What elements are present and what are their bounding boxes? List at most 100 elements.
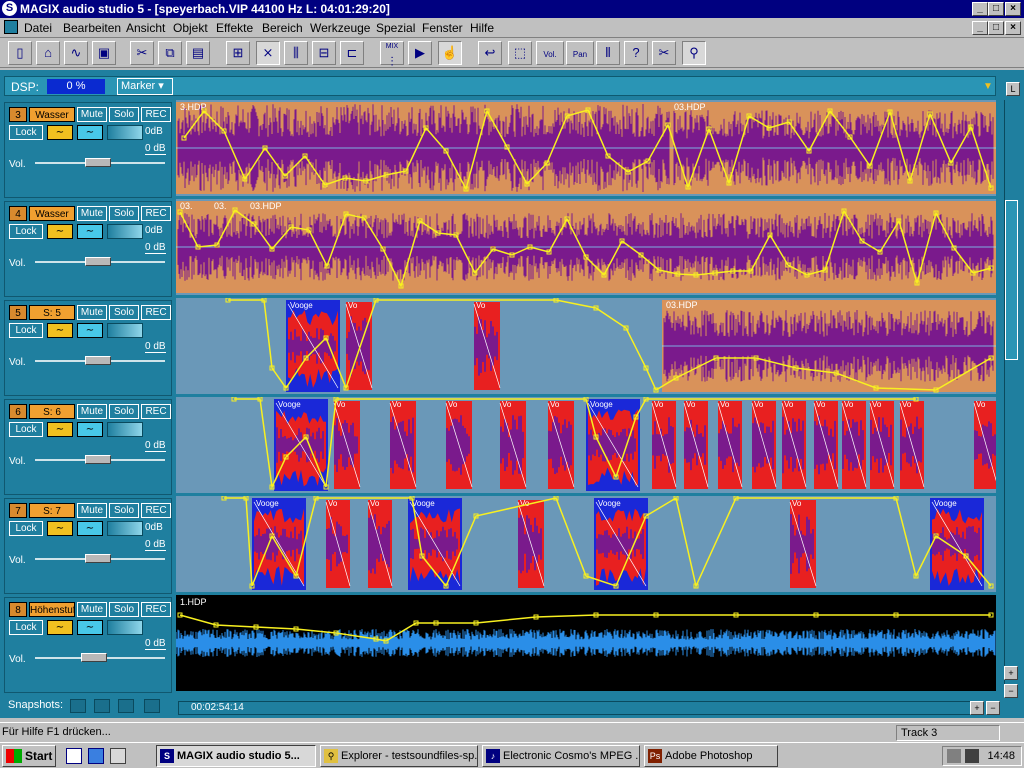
audio-clip[interactable]: Vo xyxy=(788,498,818,590)
hand-icon[interactable]: ☝ xyxy=(438,41,462,65)
snapshot-2[interactable] xyxy=(94,699,110,713)
lane-canvas[interactable]: 03. 03. 03.HDP xyxy=(176,199,996,295)
mute-button[interactable]: Mute xyxy=(77,206,107,221)
pan-curve-toggle-icon[interactable]: ∼ xyxy=(77,521,103,536)
wave-icon[interactable]: ∿ xyxy=(64,41,88,65)
lock-button[interactable]: Lock xyxy=(9,323,43,338)
pan-curve-toggle-icon[interactable]: ∼ xyxy=(77,323,103,338)
lock-button[interactable]: Lock xyxy=(9,125,43,140)
help-pointer-icon[interactable]: ? xyxy=(624,41,648,65)
object-icon[interactable]: ⊟ xyxy=(312,41,336,65)
track-name[interactable]: Wasser xyxy=(29,206,75,221)
audio-clip[interactable]: Vo xyxy=(444,399,474,491)
audio-clip[interactable]: Vooge xyxy=(586,399,640,491)
mute-button[interactable]: Mute xyxy=(77,404,107,419)
document-icon[interactable] xyxy=(4,20,18,34)
magix-app-icon[interactable]: S xyxy=(2,1,17,16)
track-name[interactable]: S: 6 xyxy=(29,404,75,419)
paste-icon[interactable]: ▤ xyxy=(186,41,210,65)
doc-close-button[interactable]: × xyxy=(1005,21,1021,35)
volume-slider[interactable] xyxy=(35,455,165,464)
new-file-icon[interactable]: ▯ xyxy=(8,41,32,65)
menu-werkzeuge[interactable]: Werkzeuge xyxy=(310,21,370,35)
menu-bearbeiten[interactable]: Bearbeiten xyxy=(63,21,121,35)
lane-canvas[interactable]: 3.HDP 03.HDP xyxy=(176,100,996,196)
track-lane-8[interactable]: 1.HDP xyxy=(176,595,996,691)
menu-ansicht[interactable]: Ansicht xyxy=(126,21,165,35)
align-icon[interactable]: ⊏ xyxy=(340,41,364,65)
scissors-icon[interactable]: ✂ xyxy=(652,41,676,65)
menu-datei[interactable]: Datei xyxy=(24,21,52,35)
volume-slider-knob[interactable] xyxy=(81,653,107,662)
solo-button[interactable]: Solo xyxy=(109,305,139,320)
rec-button[interactable]: REC xyxy=(141,305,171,320)
audio-clip[interactable]: Vo xyxy=(650,399,678,491)
track-lane-5[interactable]: Vooge Vo Vo 03.HDP xyxy=(176,298,996,394)
lane-canvas[interactable]: Vooge Vo Vo Vooge Vo Vooge Vo Vooge xyxy=(176,496,996,592)
audio-clip[interactable]: Vooge xyxy=(274,399,328,491)
save-icon[interactable]: ▣ xyxy=(92,41,116,65)
audio-clip[interactable]: Vo xyxy=(498,399,528,491)
volume-curve-toggle-icon[interactable]: ∼ xyxy=(47,323,73,338)
audio-clip[interactable]: Vo xyxy=(332,399,362,491)
pan-curve-toggle-icon[interactable]: ∼ xyxy=(77,224,103,239)
rec-button[interactable]: REC xyxy=(141,404,171,419)
open-file-icon[interactable]: ⌂ xyxy=(36,41,60,65)
lane-canvas[interactable]: Vooge Vo Vo Vo Vo Vo Vooge Vo Vo Vo Vo Vo Vo Vo Vo Vo Vo xyxy=(176,397,996,493)
lock-button[interactable]: Lock xyxy=(9,224,43,239)
solo-button[interactable]: Solo xyxy=(109,107,139,122)
mute-button[interactable]: Mute xyxy=(77,305,107,320)
pan-curve-toggle-icon[interactable]: ∼ xyxy=(77,125,103,140)
menu-objekt[interactable]: Objekt xyxy=(173,21,208,35)
audio-clip[interactable]: Vo xyxy=(840,399,868,491)
select-icon[interactable]: ⬚ xyxy=(508,41,532,65)
track-lane-4[interactable]: 03. 03. 03.HDP xyxy=(176,199,996,295)
volume-slider-knob[interactable] xyxy=(85,158,111,167)
track-name[interactable]: Höhenstuf xyxy=(29,602,75,617)
volume-slider[interactable] xyxy=(35,257,165,266)
lane-canvas[interactable]: 1.HDP xyxy=(176,595,996,691)
snapshot-3[interactable] xyxy=(118,699,134,713)
volume-slider[interactable] xyxy=(35,653,165,662)
audio-clip[interactable]: Vo xyxy=(972,399,996,491)
audio-clip[interactable]: Vo xyxy=(472,300,502,392)
audio-clip[interactable]: Vo xyxy=(324,498,352,590)
volume-curve-toggle-icon[interactable]: ∼ xyxy=(47,521,73,536)
vol-curve-icon[interactable]: Vol. xyxy=(536,41,564,65)
solo-button[interactable]: Solo xyxy=(109,404,139,419)
audio-clip[interactable]: Vo xyxy=(546,399,576,491)
timecode-scrollbar[interactable]: 00:02:54:14 xyxy=(178,701,978,715)
volume-slider-knob[interactable] xyxy=(85,554,111,563)
undo-icon[interactable]: ↩ xyxy=(478,41,502,65)
lock-button[interactable]: Lock xyxy=(9,422,43,437)
desktop-quicklaunch-icon[interactable] xyxy=(66,748,82,764)
rec-button[interactable]: REC xyxy=(141,107,171,122)
solo-button[interactable]: Solo xyxy=(109,503,139,518)
vertical-scrollbar[interactable] xyxy=(1004,100,1018,686)
audio-clip[interactable]: Vooge xyxy=(286,300,340,392)
marker-icon[interactable]: ⫴ xyxy=(596,41,620,65)
marker-dropdown[interactable]: Marker ▾ xyxy=(117,78,173,95)
lock-button[interactable]: Lock xyxy=(9,620,43,635)
volume-slider-knob[interactable] xyxy=(85,455,111,464)
minimize-button[interactable]: _ xyxy=(972,2,988,16)
rec-button[interactable]: REC xyxy=(141,206,171,221)
zoom-in-button[interactable]: + xyxy=(1004,666,1018,680)
volume-slider[interactable] xyxy=(35,158,165,167)
track-lane-3[interactable]: 3.HDP 03.HDP xyxy=(176,100,996,196)
audio-clip[interactable] xyxy=(176,102,672,194)
copy-icon[interactable]: ⧉ xyxy=(158,41,182,65)
close-button[interactable]: × xyxy=(1005,2,1021,16)
hzoom-in-button[interactable]: + xyxy=(970,701,984,715)
volume-curve-toggle-icon[interactable]: ∼ xyxy=(47,422,73,437)
start-button[interactable]: Start xyxy=(2,745,56,767)
audio-clip[interactable]: Vo xyxy=(344,300,374,392)
track-lane-6[interactable]: Vooge Vo Vo Vo Vo Vo Vooge Vo Vo Vo Vo Vo Vo Vo Vo Vo Vo xyxy=(176,397,996,493)
mixer-icon[interactable]: MIX ⫶ xyxy=(380,41,404,69)
menu-bereich[interactable]: Bereich xyxy=(262,21,303,35)
menu-effekte[interactable]: Effekte xyxy=(216,21,253,35)
cut-icon[interactable]: ✂ xyxy=(130,41,154,65)
snapshot-4[interactable] xyxy=(144,699,160,713)
volume-slider[interactable] xyxy=(35,356,165,365)
mute-button[interactable]: Mute xyxy=(77,503,107,518)
